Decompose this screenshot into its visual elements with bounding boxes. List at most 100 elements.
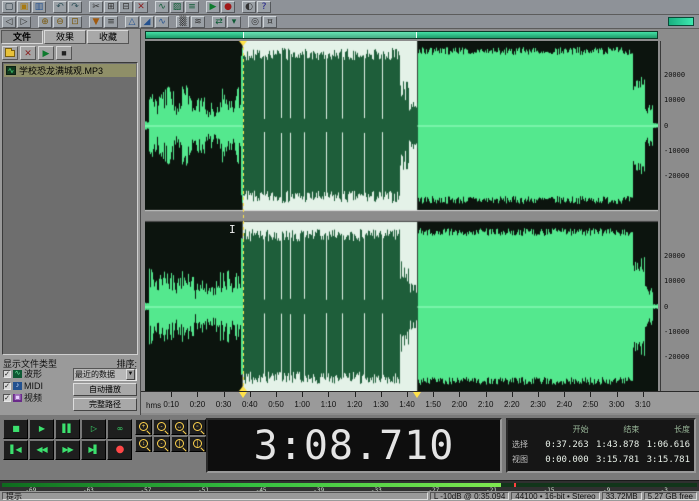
toolbar-separator xyxy=(83,16,88,28)
play-button[interactable]: ▶ xyxy=(29,419,54,439)
zoom-in-vertical-button[interactable]: ↕ xyxy=(135,436,152,452)
filetype-midi-checkbox[interactable]: ✓♪MIDI xyxy=(3,380,43,391)
level-meter[interactable]: -69-63-57-51-45-39-33-27-21-15-9-3 xyxy=(0,480,699,491)
go-to-end-button[interactable]: ▶▌ xyxy=(81,440,106,460)
convert-sample-type-button[interactable]: ⇄ xyxy=(212,16,226,28)
new-file-button[interactable]: ▢ xyxy=(2,1,16,13)
magnifier-icon: ] xyxy=(193,439,202,448)
selection-view-panel: 开始 结束 长度 选择 0:37.263 1:43.878 1:06.616 视… xyxy=(506,418,696,473)
autoplay-button[interactable]: 自动播放 xyxy=(73,383,137,396)
open-file-button[interactable]: ▣ xyxy=(17,1,31,13)
record-button[interactable]: ● xyxy=(221,1,235,13)
scroll-left-button[interactable]: ◁ xyxy=(2,16,16,28)
timeline-tick-label: 1:10 xyxy=(321,400,337,409)
cut-button[interactable]: ✂ xyxy=(89,1,103,13)
zoom-in-button[interactable]: + xyxy=(135,419,152,435)
pause-button[interactable]: ▌▌ xyxy=(55,419,80,439)
eq-button[interactable]: ≋ xyxy=(191,16,205,28)
list-item[interactable]: ∿学校恐龙满城观.MP3 xyxy=(4,64,136,77)
magnifier-icon: - xyxy=(157,422,166,431)
stop-file-button[interactable]: ■ xyxy=(56,46,72,60)
close-file-button[interactable]: ✕ xyxy=(20,46,36,60)
spectral-view-button[interactable]: ▨ xyxy=(170,1,184,13)
help-button[interactable]: ? xyxy=(257,1,271,13)
sort-dropdown-value: 最近的数据 xyxy=(75,369,115,380)
view-end-value: 3:15.781 xyxy=(593,455,640,465)
toolbar-separator xyxy=(200,1,205,13)
cd-burn-button[interactable]: ◎ xyxy=(248,16,262,28)
zoom-full-button[interactable]: ↔ xyxy=(171,419,188,435)
timeline-tick xyxy=(302,392,303,397)
redo-button[interactable]: ↷ xyxy=(68,1,82,13)
multitrack-view-button[interactable]: ≡ xyxy=(185,1,199,13)
preferences-button[interactable]: ¤ xyxy=(263,16,277,28)
zoom-left-edge-button[interactable]: [ xyxy=(171,436,188,452)
waveform-view-button[interactable]: ∿ xyxy=(155,1,169,13)
meter-level-bar xyxy=(2,483,501,487)
zoom-selection-button[interactable]: ▫ xyxy=(189,419,206,435)
timeline-tick xyxy=(250,392,251,397)
mixdown-button[interactable]: ▾ xyxy=(227,16,241,28)
toolbar-separator xyxy=(119,16,124,28)
marker-add-button[interactable]: ▼ xyxy=(89,16,103,28)
record-button[interactable]: ● xyxy=(107,440,132,460)
tab-favorites[interactable]: 收藏 xyxy=(87,30,129,44)
noise-reduction-button[interactable]: ▒ xyxy=(176,16,190,28)
normalize-button[interactable]: ∿ xyxy=(155,16,169,28)
toolbar-row-2: ◁▷ ⊕⊖⊡ ▼≡ △◢∿ ▒≋ ⇄▾ ◎¤ xyxy=(0,15,699,29)
tab-effects[interactable]: 效果 xyxy=(44,30,86,44)
go-to-start-button[interactable]: ▌◀ xyxy=(3,440,28,460)
waveform-area: I 20000100000-10000-2000020000100000-100… xyxy=(141,29,699,415)
timeline-tick-label: 1:50 xyxy=(425,400,441,409)
overview-bar[interactable] xyxy=(145,31,658,39)
timeline-ruler[interactable]: hms 0:100:200:300:400:501:001:101:201:30… xyxy=(141,391,699,413)
zoom-out-button[interactable]: ⊖ xyxy=(53,16,67,28)
amplitude-tick-label: -10000 xyxy=(664,329,689,336)
magnifier-icon: - xyxy=(157,439,166,448)
play-button[interactable]: ▶ xyxy=(206,1,220,13)
timeline-tick xyxy=(486,392,487,397)
file-type-icon: ♪ xyxy=(13,382,22,390)
fast-forward-button[interactable]: ▶▶ xyxy=(55,440,80,460)
fade-button[interactable]: ◢ xyxy=(140,16,154,28)
tab-files[interactable]: 文件 xyxy=(1,30,43,44)
open-file-button[interactable] xyxy=(2,46,18,60)
filetype-waveform-checkbox[interactable]: ✓∿波形 xyxy=(3,368,43,379)
waveform-canvas[interactable] xyxy=(145,41,658,391)
zoom-out-button[interactable]: - xyxy=(153,419,170,435)
selection-end-value: 1:43.878 xyxy=(593,440,640,450)
zoom-in-button[interactable]: ⊕ xyxy=(38,16,52,28)
waveform-display[interactable]: I xyxy=(145,41,658,391)
transport-area: ■▶▌▌▷∞▌◀◀◀▶▶▶▌● +-↔▫↕-[] 3:08.710 开始 结束 … xyxy=(0,415,699,480)
amplitude-ruler[interactable]: 20000100000-10000-2000020000100000-10000… xyxy=(660,41,699,391)
status-hint: 提示 xyxy=(2,492,428,500)
selection-length-value: 1:06.616 xyxy=(643,440,690,450)
checkbox-icon: ✓ xyxy=(3,394,11,402)
play-file-button[interactable]: ▶ xyxy=(38,46,54,60)
rewind-button[interactable]: ◀◀ xyxy=(29,440,54,460)
marker-list-button[interactable]: ≡ xyxy=(104,16,118,28)
play-loop-button[interactable]: ∞ xyxy=(107,419,132,439)
copy-button[interactable]: ⊞ xyxy=(104,1,118,13)
timeline-tick xyxy=(171,392,172,397)
zoom-out-vertical-button[interactable]: - xyxy=(153,436,170,452)
undo-button[interactable]: ↶ xyxy=(53,1,67,13)
zoom-selection-button[interactable]: ⊡ xyxy=(68,16,82,28)
delete-button[interactable]: ✕ xyxy=(134,1,148,13)
full-path-button[interactable]: 完整路径 xyxy=(73,398,137,411)
paste-button[interactable]: ⊟ xyxy=(119,1,133,13)
zoom-right-edge-button[interactable]: ] xyxy=(189,436,206,452)
timeline-tick-label: 1:20 xyxy=(347,400,363,409)
stop-button[interactable]: ■ xyxy=(3,419,28,439)
amplify-button[interactable]: △ xyxy=(125,16,139,28)
save-file-button[interactable]: ▥ xyxy=(32,1,46,13)
mouse-cursor-ibeam: I xyxy=(229,223,236,236)
timeline-tick xyxy=(590,392,591,397)
file-list[interactable]: ∿学校恐龙满城观.MP3 xyxy=(2,62,138,355)
filetype-video-checkbox[interactable]: ✓▣视频 xyxy=(3,392,43,403)
play-to-end-button[interactable]: ▷ xyxy=(81,419,106,439)
properties-button[interactable]: ◐ xyxy=(242,1,256,13)
scroll-right-button[interactable]: ▷ xyxy=(17,16,31,28)
sort-dropdown[interactable]: 最近的数据 ▼ xyxy=(73,368,137,381)
toolbar-separator xyxy=(170,16,175,28)
